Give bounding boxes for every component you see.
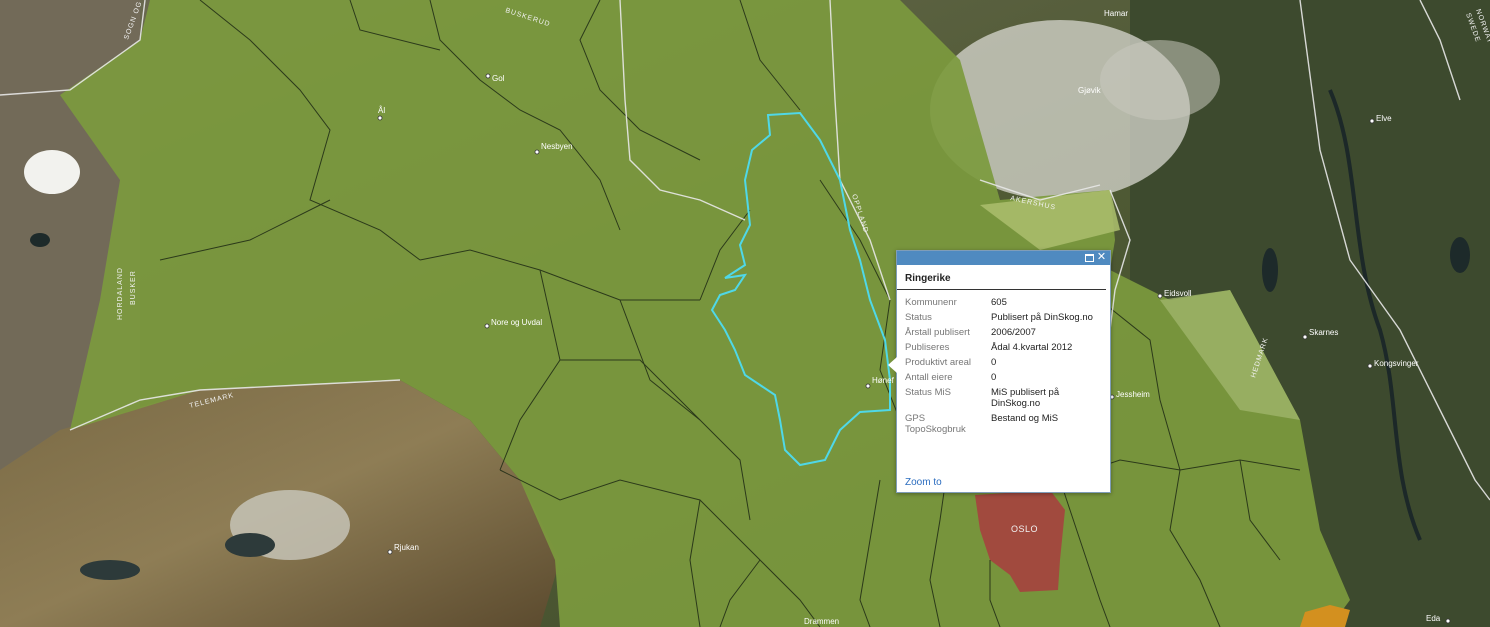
attribute-value: 605 (991, 297, 1007, 308)
popup-titlebar[interactable]: ✕ (897, 251, 1110, 265)
place-label: Ål (378, 106, 385, 115)
attribute-key: Status MiS (905, 387, 951, 398)
attribute-row: Status MiS MiS publisert på DinSkog.no (905, 385, 1106, 411)
place-label: Elve (1376, 114, 1392, 123)
place-label: Skarnes (1309, 328, 1338, 337)
attribute-row: Status Publisert på DinSkog.no (905, 310, 1106, 325)
attribute-key: Publiseres (905, 342, 950, 353)
attribute-value: Ådal 4.kvartal 2012 (991, 342, 1073, 353)
maximize-icon[interactable] (1084, 252, 1095, 263)
info-popup: ✕ Ringerike Kommunenr 605 Status Publisert … (888, 250, 1111, 493)
region-label-hordaland: HORDALAND (117, 267, 124, 320)
place-label: Gol (492, 74, 505, 83)
attribute-value: Bestand og MiS (991, 413, 1059, 424)
region-label-buskerud-west: BUSKER (130, 270, 137, 305)
place-label: Hønef (872, 376, 895, 385)
popup-pointer (888, 357, 897, 373)
attribute-key: Produktivt areal (905, 357, 972, 368)
attribute-value: Publisert på DinSkog.no (991, 312, 1093, 323)
place-label: Kongsvinger (1374, 359, 1419, 368)
attribute-row: Kommunenr 605 (905, 295, 1106, 310)
attribute-row: Produktivt areal 0 (905, 355, 1106, 370)
attribute-row: Årstall publisert 2006/2007 (905, 325, 1106, 340)
attribute-key: GPS TopoSkogbruk (905, 413, 966, 435)
attribute-key: Status (905, 312, 932, 323)
attribute-key: Antall eiere (905, 372, 953, 383)
attribute-row: Antall eiere 0 (905, 370, 1106, 385)
place-label: Hamar (1104, 9, 1128, 18)
place-label: Jessheim (1116, 390, 1150, 399)
place-label: Rjukan (394, 543, 419, 552)
close-icon[interactable]: ✕ (1096, 252, 1107, 263)
place-label: Nore og Uvdal (491, 318, 542, 327)
place-label: Gjøvik (1078, 86, 1102, 95)
attribute-value: 0 (991, 357, 997, 368)
place-label: Drammen (804, 617, 839, 626)
place-label: Eda (1426, 614, 1441, 623)
attribute-value: MiS publisert på DinSkog.no (991, 387, 1060, 409)
attribute-table: Kommunenr 605 Status Publisert på DinSkog.n… (905, 295, 1106, 437)
map-canvas[interactable]: Gol Ål Nesbyen Nore og Uvdal Rjukan Dram… (0, 0, 1490, 627)
attribute-value: 2006/2007 (991, 327, 1036, 338)
attribute-row: GPS TopoSkogbruk Bestand og MiS (905, 411, 1106, 437)
place-label: Nesbyen (541, 142, 573, 151)
zoom-to-link[interactable]: Zoom to (905, 477, 942, 488)
glacier (24, 150, 80, 194)
attribute-row: Publiseres Ådal 4.kvartal 2012 (905, 340, 1106, 355)
place-label: Eidsvoll (1164, 289, 1192, 298)
region-label-oslo: OSLO (1011, 524, 1038, 534)
popup-title: Ringerike (897, 265, 1106, 290)
attribute-value: 0 (991, 372, 997, 383)
attribute-key: Årstall publisert (905, 327, 970, 338)
attribute-key: Kommunenr (905, 297, 957, 308)
